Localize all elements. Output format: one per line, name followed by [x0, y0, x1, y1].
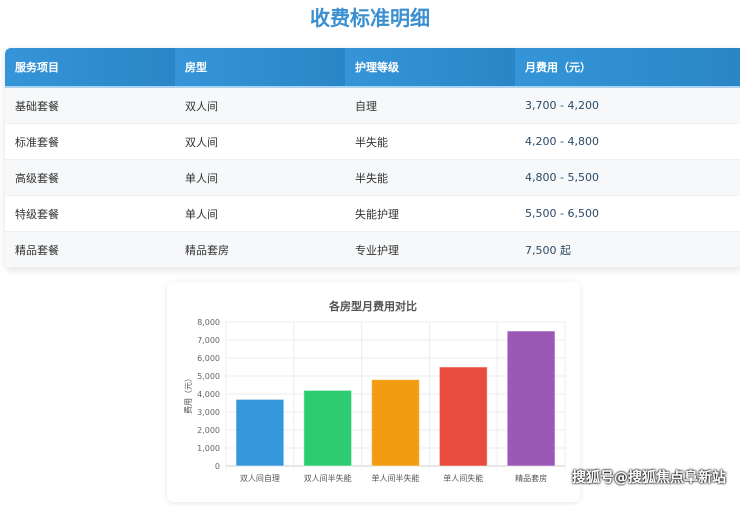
- cell-service: 基础套餐: [15, 99, 59, 113]
- y-tick-label: 2,000: [197, 426, 220, 435]
- cell-room: 精品套房: [185, 243, 229, 257]
- table-row: 高级套餐 单人间 半失能 4,800 - 5,500: [5, 160, 740, 196]
- x-tick-label: 单人间半失能: [372, 473, 420, 483]
- cell-fee: 4,200 - 4,800: [525, 135, 599, 148]
- cell-care: 半失能: [355, 135, 388, 149]
- chart-title: 各房型月费用对比: [328, 299, 417, 313]
- cell-care: 失能护理: [355, 207, 399, 221]
- y-tick-label: 5,000: [197, 372, 220, 381]
- y-tick-label: 1,000: [197, 444, 220, 453]
- x-tick-label: 单人间失能: [443, 473, 483, 483]
- table-header: 服务项目 房型 护理等级 月费用（元）: [5, 48, 740, 88]
- cell-fee: 5,500 - 6,500: [525, 207, 599, 220]
- cell-fee: 7,500 起: [525, 243, 571, 257]
- table-row: 精品套餐 精品套房 专业护理 7,500 起: [5, 232, 740, 268]
- table-row: 特级套餐 单人间 失能护理 5,500 - 6,500: [5, 196, 740, 232]
- cell-fee: 4,800 - 5,500: [525, 171, 599, 184]
- cell-room: 单人间: [185, 207, 218, 221]
- y-tick-label: 7,000: [197, 336, 220, 345]
- cell-room: 双人间: [185, 99, 218, 113]
- cell-service: 特级套餐: [15, 207, 59, 221]
- bar: [506, 330, 556, 467]
- y-tick-label: 6,000: [197, 354, 220, 363]
- cell-care: 专业护理: [355, 243, 399, 257]
- bar: [438, 366, 488, 467]
- header-room: 房型: [175, 48, 345, 86]
- cell-service: 精品套餐: [15, 243, 59, 257]
- y-tick-label: 4,000: [197, 390, 220, 399]
- x-tick-label: 双人间自理: [240, 473, 280, 483]
- x-tick-label: 双人间半失能: [304, 473, 352, 483]
- watermark: 搜狐号@搜狐焦点阜新站: [572, 470, 726, 486]
- cell-care: 自理: [355, 99, 377, 113]
- bar: [235, 398, 285, 467]
- header-service: 服务项目: [5, 48, 175, 86]
- cell-service: 标准套餐: [15, 135, 59, 149]
- cell-care: 半失能: [355, 171, 388, 185]
- chart-card: 各房型月费用对比 0 1,000 2,000 3,000 4,000 5,000 6,000 7…: [167, 282, 580, 502]
- cell-room: 单人间: [185, 171, 218, 185]
- fee-table: 服务项目 房型 护理等级 月费用（元） 基础套餐 双人间 自理 3,700 - 4,2…: [5, 48, 740, 268]
- cell-fee: 3,700 - 4,200: [525, 99, 599, 112]
- bar-chart: 各房型月费用对比 0 1,000 2,000 3,000 4,000 5,000 6,000 7…: [183, 299, 566, 483]
- cell-service: 高级套餐: [15, 171, 59, 185]
- bar: [371, 379, 420, 467]
- page-title: 收费标准明细: [310, 6, 430, 30]
- bar: [303, 389, 353, 467]
- x-tick-label: 精品套房: [515, 473, 547, 483]
- y-axis-label: 费用（元）: [183, 374, 193, 414]
- header-fee: 月费用（元）: [515, 48, 740, 86]
- header-care: 护理等级: [345, 48, 515, 86]
- cell-room: 双人间: [185, 135, 218, 149]
- y-tick-label: 3,000: [197, 408, 220, 417]
- y-tick-label: 8,000: [197, 318, 220, 327]
- table-row: 基础套餐 双人间 自理 3,700 - 4,200: [5, 88, 740, 124]
- y-tick-label: 0: [215, 462, 220, 471]
- table-row: 标准套餐 双人间 半失能 4,200 - 4,800: [5, 124, 740, 160]
